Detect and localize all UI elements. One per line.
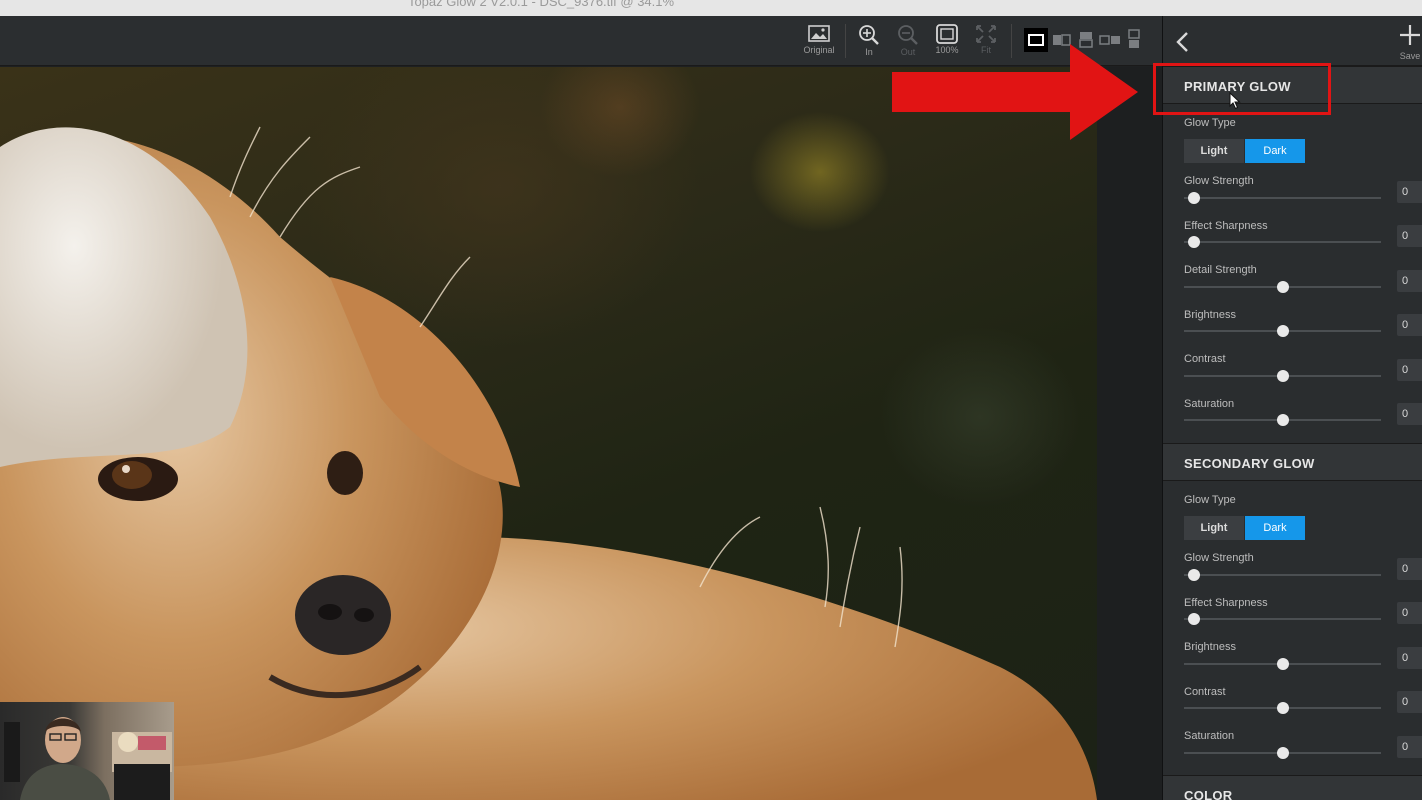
dog-photo bbox=[0, 126, 1097, 800]
image-canvas[interactable] bbox=[0, 67, 1097, 800]
window-title: Topaz Glow 2 V2.0.1 - DSC_9376.tif @ 34.… bbox=[407, 0, 675, 9]
red-highlight-box bbox=[1153, 63, 1331, 115]
secondary-glow-type-toggle: Light Dark bbox=[1184, 516, 1305, 540]
secondary-glow-strength-slider[interactable] bbox=[1184, 569, 1381, 581]
primary-glow-type-label: Glow Type bbox=[1184, 117, 1236, 129]
secondary-glow-strength-label: Glow Strength bbox=[1184, 552, 1254, 564]
secondary-glow-title: SECONDARY GLOW bbox=[1184, 456, 1315, 471]
presenter-video bbox=[4, 717, 172, 800]
color-section-title: COLOR bbox=[1184, 788, 1233, 800]
webcam-overlay bbox=[0, 702, 174, 800]
zoom-in-label: In bbox=[865, 47, 873, 57]
slider-thumb[interactable] bbox=[1276, 658, 1289, 670]
primary-contrast-value[interactable]: 0 bbox=[1397, 359, 1422, 381]
primary-effect-sharpness-value[interactable]: 0 bbox=[1397, 225, 1422, 247]
primary-glow-type-toggle: Light Dark bbox=[1184, 139, 1305, 163]
toolbar-separator bbox=[845, 24, 846, 58]
slider-thumb[interactable] bbox=[1187, 613, 1200, 625]
image-icon bbox=[808, 25, 830, 42]
canvas-gutter bbox=[1097, 67, 1162, 800]
primary-saturation-value[interactable]: 0 bbox=[1397, 403, 1422, 425]
secondary-contrast-value[interactable]: 0 bbox=[1397, 691, 1422, 713]
slider-thumb[interactable] bbox=[1276, 325, 1289, 337]
adjustments-panel: Save PRIMARY GLOW Glow Type Light Dark G… bbox=[1163, 16, 1422, 800]
slider-thumb[interactable] bbox=[1187, 236, 1200, 248]
slider-thumb[interactable] bbox=[1276, 281, 1289, 293]
fit-screen-icon bbox=[976, 25, 996, 43]
secondary-glow-type-label: Glow Type bbox=[1184, 494, 1236, 506]
secondary-contrast-slider[interactable] bbox=[1184, 702, 1381, 714]
slider-thumb[interactable] bbox=[1276, 370, 1289, 382]
original-label: Original bbox=[803, 45, 835, 55]
secondary-effect-sharpness-slider[interactable] bbox=[1184, 613, 1381, 625]
plus-icon bbox=[1400, 25, 1420, 45]
secondary-glow-header[interactable]: SECONDARY GLOW bbox=[1163, 443, 1422, 481]
panel-header: Save bbox=[1163, 16, 1422, 66]
primary-glow-strength-label: Glow Strength bbox=[1184, 175, 1254, 187]
primary-contrast-slider[interactable] bbox=[1184, 370, 1381, 382]
primary-brightness-slider[interactable] bbox=[1184, 325, 1381, 337]
secondary-contrast-label: Contrast bbox=[1184, 686, 1226, 698]
slider-thumb[interactable] bbox=[1276, 702, 1289, 714]
primary-glow-strength-slider[interactable] bbox=[1184, 192, 1381, 204]
secondary-brightness-value[interactable]: 0 bbox=[1397, 647, 1422, 669]
primary-brightness-label: Brightness bbox=[1184, 309, 1236, 321]
primary-detail-strength-slider[interactable] bbox=[1184, 281, 1381, 293]
primary-effect-sharpness-slider[interactable] bbox=[1184, 236, 1381, 248]
secondary-brightness-slider[interactable] bbox=[1184, 658, 1381, 670]
original-button[interactable]: Original bbox=[799, 24, 839, 64]
red-arrow-annotation bbox=[892, 44, 1138, 140]
primary-glow-type-light[interactable]: Light bbox=[1184, 139, 1244, 163]
secondary-saturation-label: Saturation bbox=[1184, 730, 1235, 742]
zoom-in-button[interactable]: In bbox=[849, 24, 889, 64]
actual-size-icon bbox=[936, 24, 958, 44]
chevron-left-icon bbox=[1176, 32, 1188, 52]
slider-thumb[interactable] bbox=[1187, 192, 1200, 204]
primary-saturation-slider[interactable] bbox=[1184, 414, 1381, 426]
secondary-effect-sharpness-value[interactable]: 0 bbox=[1397, 602, 1422, 624]
primary-glow-strength-value[interactable]: 0 bbox=[1397, 181, 1422, 203]
slider-thumb[interactable] bbox=[1276, 747, 1289, 759]
secondary-effect-sharpness-label: Effect Sharpness bbox=[1184, 597, 1268, 609]
primary-saturation-label: Saturation bbox=[1184, 398, 1235, 410]
secondary-saturation-slider[interactable] bbox=[1184, 747, 1381, 759]
primary-detail-strength-value[interactable]: 0 bbox=[1397, 270, 1422, 292]
save-label: Save bbox=[1399, 51, 1421, 61]
secondary-glow-type-dark[interactable]: Dark bbox=[1245, 516, 1305, 540]
save-button[interactable]: Save bbox=[1395, 24, 1422, 64]
zoom-out-icon bbox=[898, 25, 918, 45]
window-titlebar: Topaz Glow 2 V2.0.1 - DSC_9376.tif @ 34.… bbox=[0, 0, 1422, 16]
secondary-glow-type-light[interactable]: Light bbox=[1184, 516, 1244, 540]
primary-brightness-value[interactable]: 0 bbox=[1397, 314, 1422, 336]
color-section-header[interactable]: COLOR bbox=[1163, 775, 1422, 800]
secondary-brightness-label: Brightness bbox=[1184, 641, 1236, 653]
slider-thumb[interactable] bbox=[1187, 569, 1200, 581]
primary-effect-sharpness-label: Effect Sharpness bbox=[1184, 220, 1268, 232]
primary-detail-strength-label: Detail Strength bbox=[1184, 264, 1257, 276]
zoom-in-icon bbox=[859, 25, 879, 45]
primary-glow-type-dark[interactable]: Dark bbox=[1245, 139, 1305, 163]
slider-thumb[interactable] bbox=[1276, 414, 1289, 426]
mouse-cursor-icon bbox=[1229, 92, 1241, 110]
primary-contrast-label: Contrast bbox=[1184, 353, 1226, 365]
secondary-saturation-value[interactable]: 0 bbox=[1397, 736, 1422, 758]
secondary-glow-strength-value[interactable]: 0 bbox=[1397, 558, 1422, 580]
back-button[interactable] bbox=[1173, 30, 1193, 54]
